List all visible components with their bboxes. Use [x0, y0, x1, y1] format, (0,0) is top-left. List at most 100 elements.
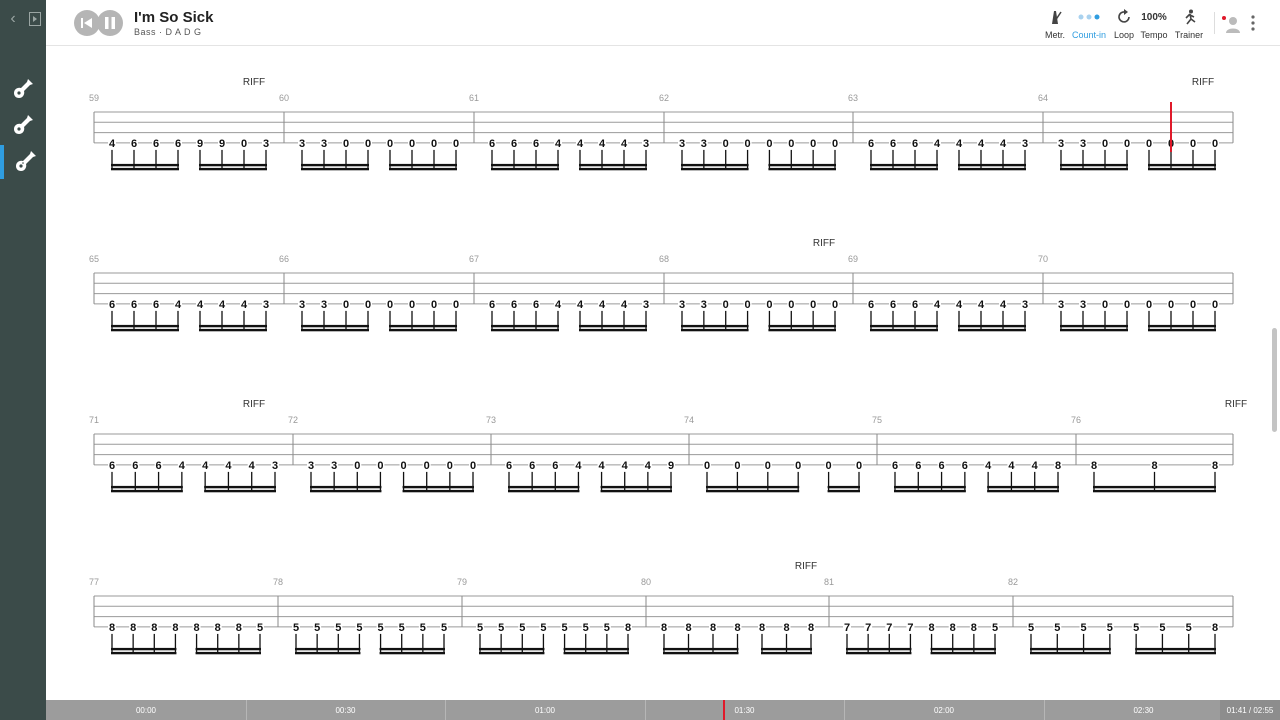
- beam: [663, 647, 739, 651]
- fret-number: 4: [577, 299, 584, 311]
- fret-number: 3: [643, 138, 649, 150]
- beam: [600, 485, 672, 489]
- timeline-bar[interactable]: 00:00 00:30 01:00 01:30 02:00 02:30 01:41 / 0…: [46, 700, 1280, 720]
- beam: [111, 163, 179, 167]
- measure-number: 80: [641, 577, 651, 587]
- fret-number: 0: [343, 299, 349, 311]
- timeline-separator: [445, 700, 446, 720]
- beam: [301, 167, 369, 171]
- fret-number: 0: [832, 138, 838, 150]
- beam: [204, 485, 276, 489]
- bass-icon: [16, 151, 36, 171]
- fret-number: 0: [1124, 299, 1130, 311]
- timeline-playhead[interactable]: [723, 700, 726, 720]
- fret-number: 8: [1212, 460, 1218, 472]
- beam: [870, 324, 938, 328]
- fret-number: 0: [788, 299, 794, 311]
- fret-number: 8: [194, 622, 200, 634]
- more-menu-button[interactable]: [1250, 14, 1256, 37]
- fret-number: 8: [109, 622, 115, 634]
- beam: [579, 324, 647, 328]
- count-in-button[interactable]: Count-in: [1069, 8, 1109, 40]
- fret-number: 4: [621, 138, 628, 150]
- beam: [195, 647, 261, 651]
- fret-number: 0: [832, 299, 838, 311]
- fret-number: 3: [701, 138, 707, 150]
- fret-number: 8: [1055, 460, 1061, 472]
- fret-number: 0: [1190, 138, 1196, 150]
- fret-number: 8: [215, 622, 221, 634]
- beam: [199, 324, 267, 328]
- track-guitar-2[interactable]: [0, 108, 46, 142]
- beam: [681, 324, 749, 328]
- fret-number: 0: [431, 299, 437, 311]
- fret-number: 8: [661, 622, 667, 634]
- fret-number: 7: [886, 622, 892, 634]
- fret-number: 5: [1186, 622, 1192, 634]
- fret-number: 4: [934, 299, 941, 311]
- fret-number: 3: [321, 138, 327, 150]
- fret-number: 3: [679, 299, 685, 311]
- measure-number: 74: [684, 415, 694, 425]
- metronome-icon: [1052, 11, 1062, 24]
- timeline-tick: 02:30: [1133, 706, 1154, 715]
- fret-number: 5: [477, 622, 483, 634]
- fret-number: 6: [890, 138, 896, 150]
- fret-number: 0: [826, 460, 832, 472]
- fret-number: 6: [131, 299, 137, 311]
- track-guitar-1[interactable]: [0, 72, 46, 106]
- fret-number: 6: [506, 460, 512, 472]
- fret-number: 6: [175, 138, 181, 150]
- back-icon[interactable]: ‹: [6, 10, 20, 28]
- measure-number: 72: [288, 415, 298, 425]
- fret-number: 0: [745, 299, 751, 311]
- fret-number: 3: [1080, 138, 1086, 150]
- fret-number: 4: [179, 460, 186, 472]
- fret-number: 0: [401, 460, 407, 472]
- vertical-scrollbar[interactable]: [1272, 328, 1277, 432]
- beam: [987, 489, 1059, 493]
- fret-number: 4: [934, 138, 941, 150]
- fret-number: 0: [704, 460, 710, 472]
- beam: [987, 485, 1059, 489]
- fret-number: 0: [453, 138, 459, 150]
- fret-number: 8: [759, 622, 765, 634]
- fret-number: 0: [788, 138, 794, 150]
- timeline-separator: [644, 700, 646, 720]
- fret-number: 6: [529, 460, 535, 472]
- panel-toggle-icon[interactable]: [28, 10, 42, 28]
- trainer-button[interactable]: Trainer: [1169, 8, 1209, 40]
- timeline-tick: 01:00: [534, 706, 556, 715]
- measure-number: 79: [457, 577, 467, 587]
- timeline-tick: 01:30: [734, 706, 755, 715]
- measure-number: 61: [469, 93, 479, 103]
- user-avatar[interactable]: [1222, 14, 1242, 39]
- section-label: RIFF: [1225, 399, 1247, 410]
- fret-number: 5: [1159, 622, 1165, 634]
- tab-score[interactable]: 59 RIFF 4 6 6 6 9 9 0 3 60 3 3 0 0 0 0 0 0 61 6 6 6 4 4 4 4 3 62 3 3 0 0…: [46, 46, 1280, 700]
- fret-number: 4: [249, 460, 256, 472]
- fret-number: 4: [985, 460, 992, 472]
- fret-number: 5: [441, 622, 447, 634]
- tempo-button[interactable]: 100% Tempo: [1134, 8, 1174, 41]
- fret-number: 6: [962, 460, 968, 472]
- pause-button[interactable]: [97, 10, 123, 36]
- beam: [761, 647, 812, 651]
- track-bass[interactable]: [0, 145, 46, 179]
- fret-number: 0: [447, 460, 453, 472]
- beam: [768, 328, 836, 332]
- beam: [870, 163, 938, 167]
- beam: [199, 328, 267, 332]
- fret-number: 5: [420, 622, 426, 634]
- fret-number: 4: [1000, 138, 1007, 150]
- count-in-label: Count-in: [1071, 30, 1107, 40]
- fret-number: 3: [679, 138, 685, 150]
- fret-number: 0: [766, 138, 772, 150]
- timeline-separator: [245, 700, 247, 720]
- fret-number: 6: [156, 460, 162, 472]
- beam: [894, 485, 966, 489]
- beam: [301, 324, 369, 328]
- beam: [768, 324, 836, 328]
- fret-number: 5: [1133, 622, 1139, 634]
- beam: [579, 167, 647, 171]
